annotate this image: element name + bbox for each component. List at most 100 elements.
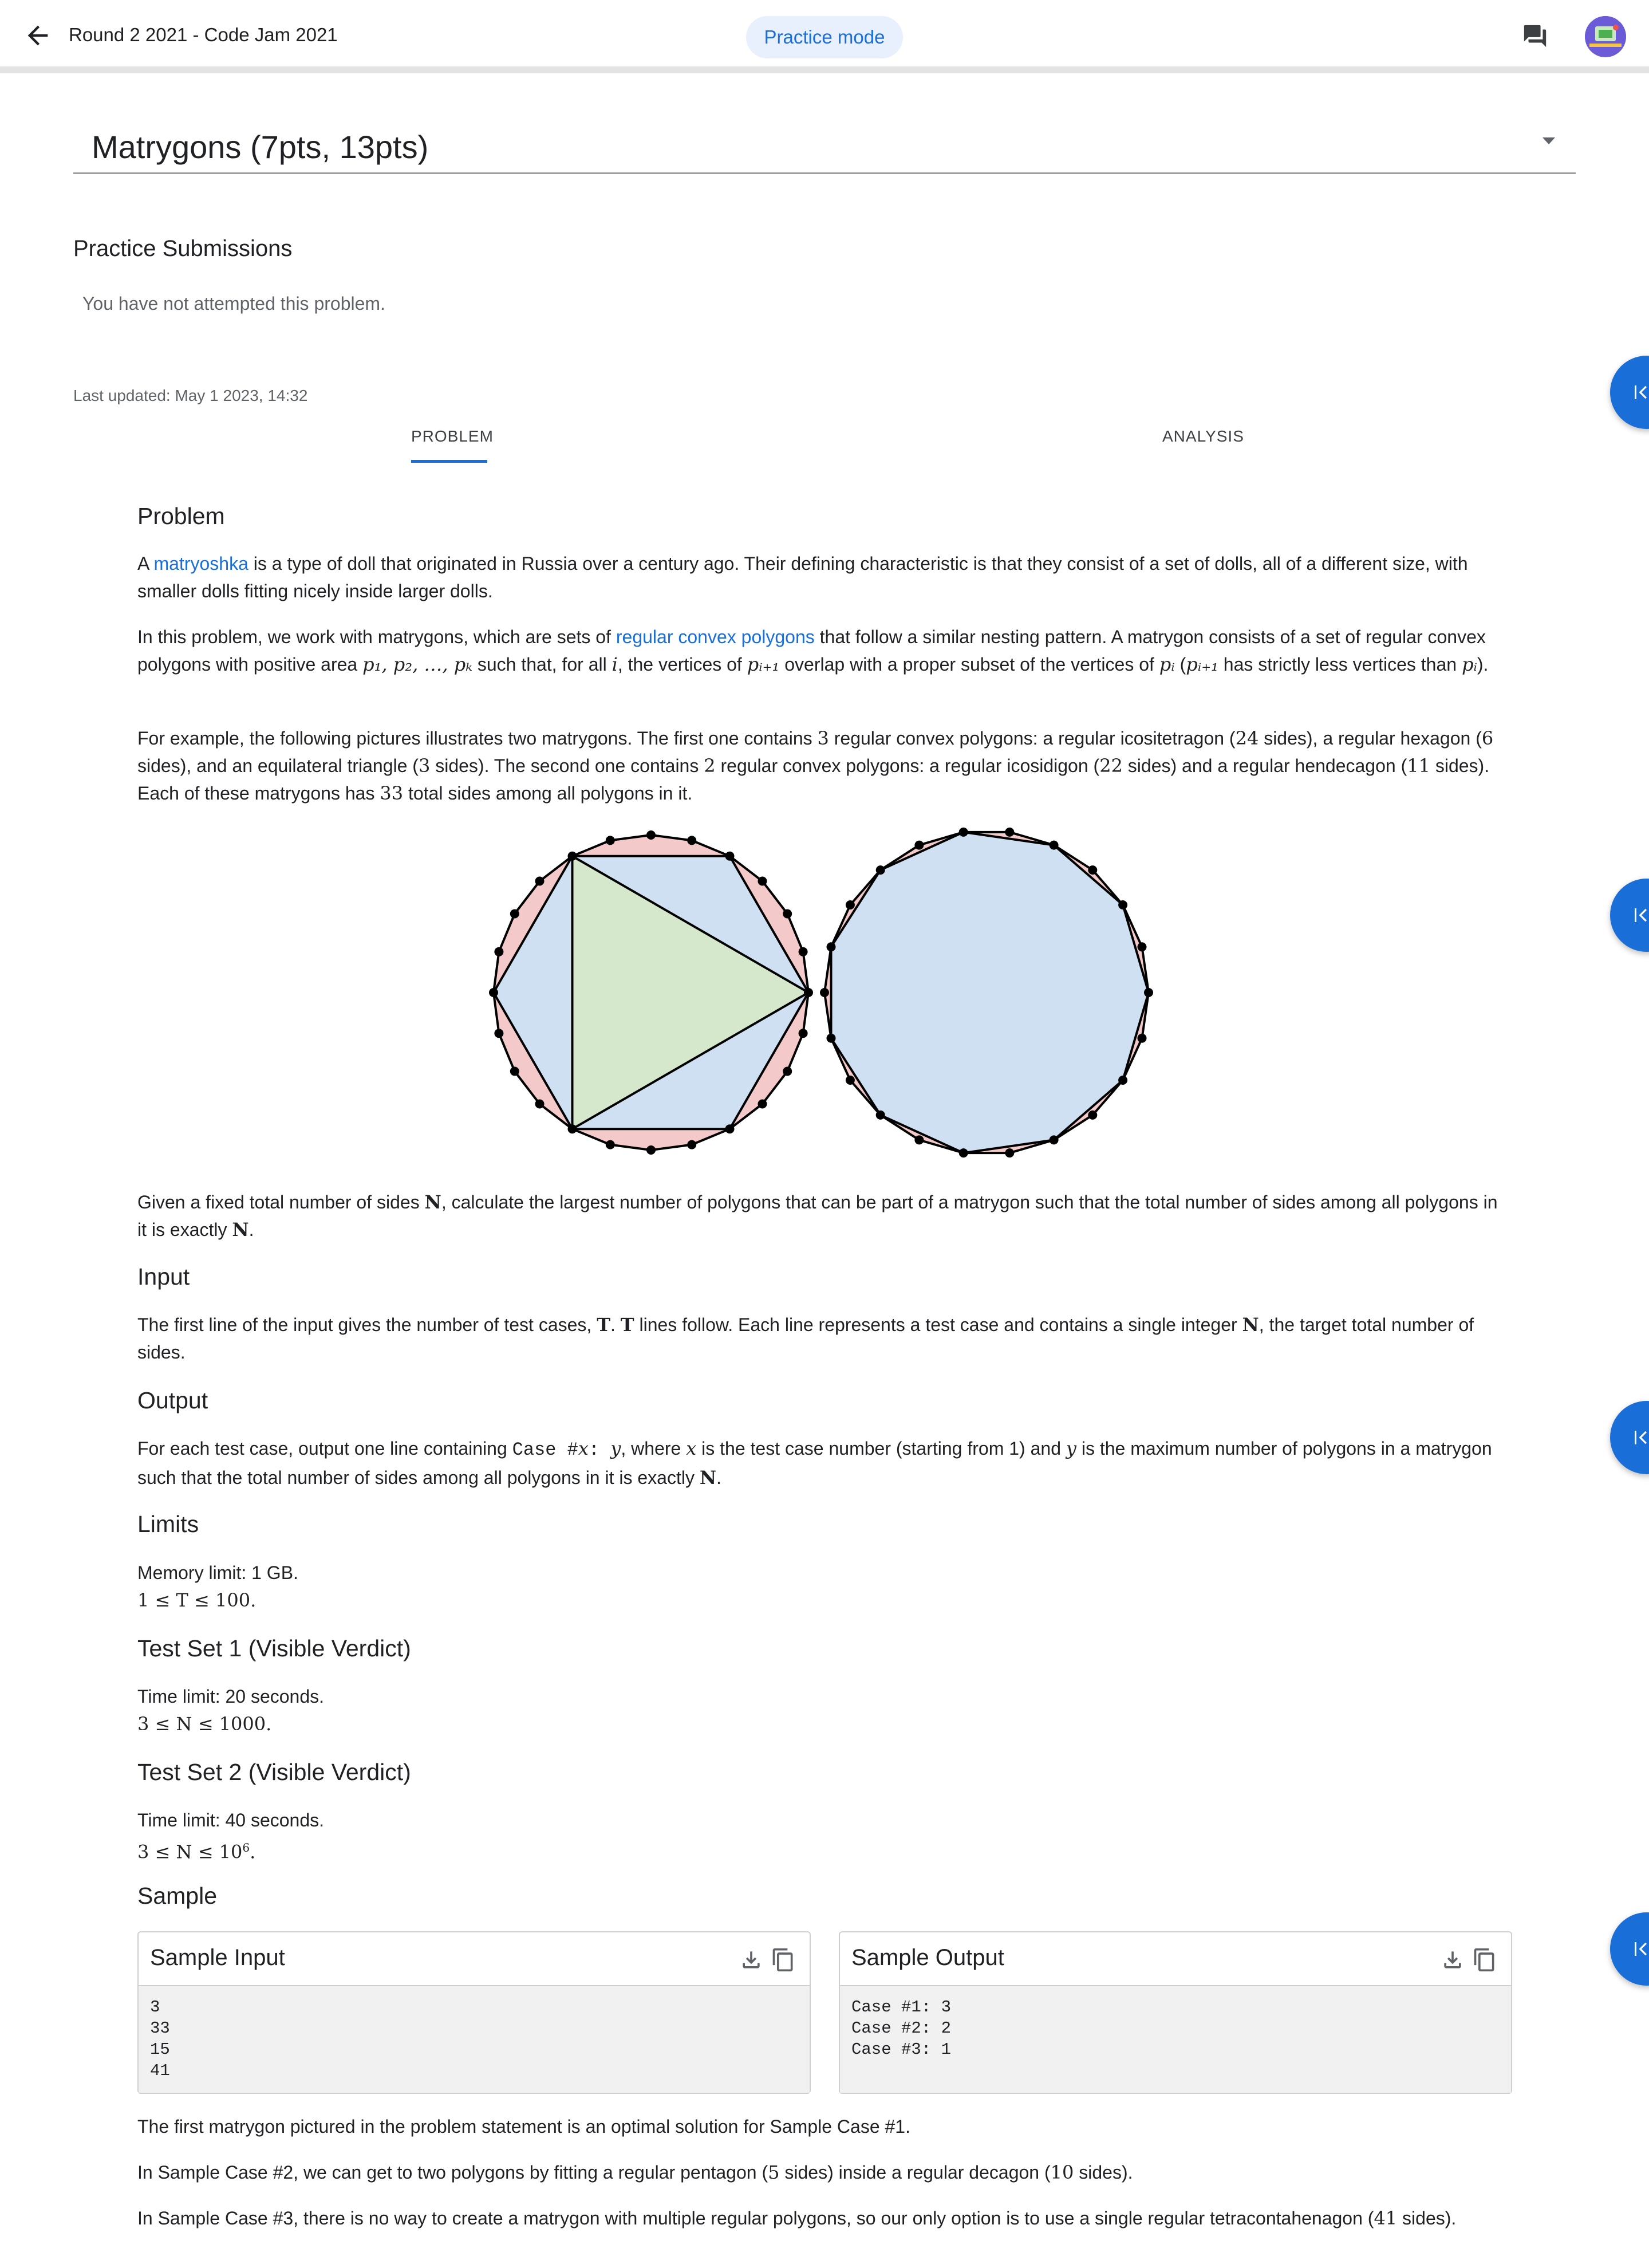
text: sides) and a regular hendecagon ( bbox=[1122, 755, 1407, 776]
collapse-left-icon bbox=[1635, 1942, 1647, 1956]
vertex-dot bbox=[567, 1124, 577, 1134]
vertex-dot bbox=[845, 900, 855, 909]
vertex-dot bbox=[687, 1140, 697, 1149]
math: 11 bbox=[1407, 755, 1430, 777]
text: . bbox=[610, 1314, 621, 1335]
vertex-dot bbox=[687, 836, 697, 845]
vertex-dot bbox=[1049, 1135, 1059, 1145]
download-icon[interactable] bbox=[1440, 1947, 1465, 1972]
problem-paragraph-4: Given a fixed total number of sides N, c… bbox=[137, 1188, 1512, 1243]
sample-note-2: In Sample Case #2, we can get to two pol… bbox=[137, 2159, 1512, 2186]
submissions-empty-text: You have not attempted this problem. bbox=[82, 293, 385, 314]
avatar[interactable] bbox=[1585, 16, 1626, 57]
problem-select-value: Matrygons (7pts, 13pts) bbox=[92, 129, 429, 165]
text: Given a fixed total number of sides bbox=[137, 1192, 425, 1212]
text: sides) inside a regular decagon ( bbox=[779, 2162, 1051, 2183]
text: has strictly less vertices than bbox=[1218, 654, 1462, 675]
vertex-dot bbox=[725, 1124, 735, 1134]
vertex-dot bbox=[758, 876, 767, 886]
sample-output-line: Case #2: 2 bbox=[851, 2019, 952, 2038]
vertex-dot bbox=[1144, 988, 1153, 997]
sample-output-line: Case #1: 3 bbox=[851, 1998, 952, 2017]
exponent: 6 bbox=[242, 1841, 250, 1854]
problem-paragraph-3: For example, the following pictures illu… bbox=[137, 724, 1512, 807]
text: In this problem, we work with matrygons,… bbox=[137, 627, 616, 647]
vertex-dot bbox=[535, 1099, 545, 1109]
tab-analysis[interactable]: ANALYSIS bbox=[1162, 427, 1244, 446]
vertex-dot bbox=[646, 1145, 656, 1155]
vertex-dot bbox=[1005, 827, 1015, 837]
math: pᵢ bbox=[1159, 653, 1175, 675]
copy-icon[interactable] bbox=[1472, 1946, 1497, 1974]
sample-input-line: 41 bbox=[150, 2061, 170, 2080]
collapse-left-icon bbox=[1635, 1431, 1647, 1444]
sample-note-3: In Sample Case #3, there is no way to cr… bbox=[137, 2204, 1512, 2232]
last-updated: Last updated: May 1 2023, 14:32 bbox=[73, 387, 308, 404]
text: In Sample Case #2, we can get to two pol… bbox=[137, 2162, 768, 2183]
limits-t-range: 1 ≤ T ≤ 100. bbox=[137, 1589, 257, 1611]
math: x bbox=[578, 1438, 589, 1459]
sample-output-body: Case #1: 3 Case #2: 2 Case #3: 1 bbox=[840, 1986, 1511, 2093]
practice-submissions-heading: Practice Submissions bbox=[73, 236, 293, 261]
text: . bbox=[716, 1467, 721, 1488]
text: , where bbox=[621, 1438, 687, 1459]
problem-paragraph-2: In this problem, we work with matrygons,… bbox=[137, 623, 1512, 678]
dropdown-caret-icon[interactable] bbox=[1543, 137, 1555, 144]
sample-input-line: 3 bbox=[150, 1998, 160, 2017]
copy-icon[interactable] bbox=[771, 1946, 796, 1974]
output-paragraph: For each test case, output one line cont… bbox=[137, 1435, 1512, 1491]
tab-problem[interactable]: PROBLEM bbox=[411, 427, 494, 446]
vertex-dot bbox=[820, 988, 829, 997]
problem-heading: Problem bbox=[137, 503, 225, 529]
limits-heading: Limits bbox=[137, 1511, 199, 1537]
arrow-back-icon[interactable] bbox=[23, 21, 53, 50]
chat-icon[interactable] bbox=[1522, 23, 1548, 49]
text: In Sample Case #3, there is no way to cr… bbox=[137, 2208, 1374, 2228]
text: regular convex polygons: a regular icosi… bbox=[829, 728, 1236, 749]
sample-note-1: The first matrygon pictured in the probl… bbox=[137, 2116, 910, 2137]
vertex-dot bbox=[1088, 1110, 1098, 1120]
problem-select[interactable]: Matrygons (7pts, 13pts) bbox=[73, 115, 1576, 174]
vertex-dot bbox=[1118, 900, 1128, 909]
vertex-dot bbox=[489, 988, 498, 997]
vertex-dot bbox=[875, 865, 885, 875]
text: is a type of doll that originated in Rus… bbox=[137, 553, 1468, 601]
code: Case # bbox=[512, 1439, 578, 1460]
math: T bbox=[597, 1314, 610, 1336]
vertex-dot bbox=[494, 1029, 504, 1038]
output-heading: Output bbox=[137, 1387, 208, 1413]
collapse-panel-button[interactable] bbox=[1610, 1912, 1649, 1986]
vertex-dot bbox=[758, 1099, 767, 1109]
sample-heading: Sample bbox=[137, 1883, 218, 1909]
math: y bbox=[1066, 1438, 1076, 1459]
matrygons-diagram bbox=[489, 827, 1153, 1158]
math: 33 bbox=[380, 782, 404, 804]
text: sides). bbox=[1074, 2162, 1133, 2183]
vertex-dot bbox=[494, 947, 504, 956]
vertex-dot bbox=[826, 942, 836, 952]
collapse-panel-button[interactable] bbox=[1610, 879, 1649, 952]
vertex-dot bbox=[510, 909, 519, 919]
collapse-panel-button[interactable] bbox=[1610, 356, 1649, 429]
regular-convex-polygons-link[interactable]: regular convex polygons bbox=[616, 627, 815, 647]
text: . bbox=[248, 1219, 254, 1240]
vertex-dot bbox=[605, 836, 615, 845]
math: 3 bbox=[817, 727, 829, 749]
text: sides), and an equilateral triangle ( bbox=[137, 755, 419, 776]
vertex-dot bbox=[1137, 942, 1147, 952]
text: sides), a regular hexagon ( bbox=[1259, 728, 1482, 749]
collapse-panel-button[interactable] bbox=[1610, 1401, 1649, 1474]
math: N bbox=[232, 1219, 249, 1241]
math: i bbox=[612, 653, 618, 675]
text: such that, for all bbox=[472, 654, 612, 675]
math: x bbox=[686, 1438, 697, 1459]
download-icon[interactable] bbox=[739, 1947, 764, 1972]
vertex-dot bbox=[914, 1135, 924, 1145]
math: pᵢ₊₁ bbox=[747, 653, 780, 675]
vertex-dot bbox=[804, 988, 813, 997]
practice-mode-chip[interactable]: Practice mode bbox=[746, 16, 903, 58]
matryoshka-link[interactable]: matryoshka bbox=[153, 553, 248, 574]
math: 10 bbox=[1050, 2161, 1074, 2183]
vertex-dot bbox=[845, 1076, 855, 1085]
input-paragraph: The first line of the input gives the nu… bbox=[137, 1311, 1512, 1366]
